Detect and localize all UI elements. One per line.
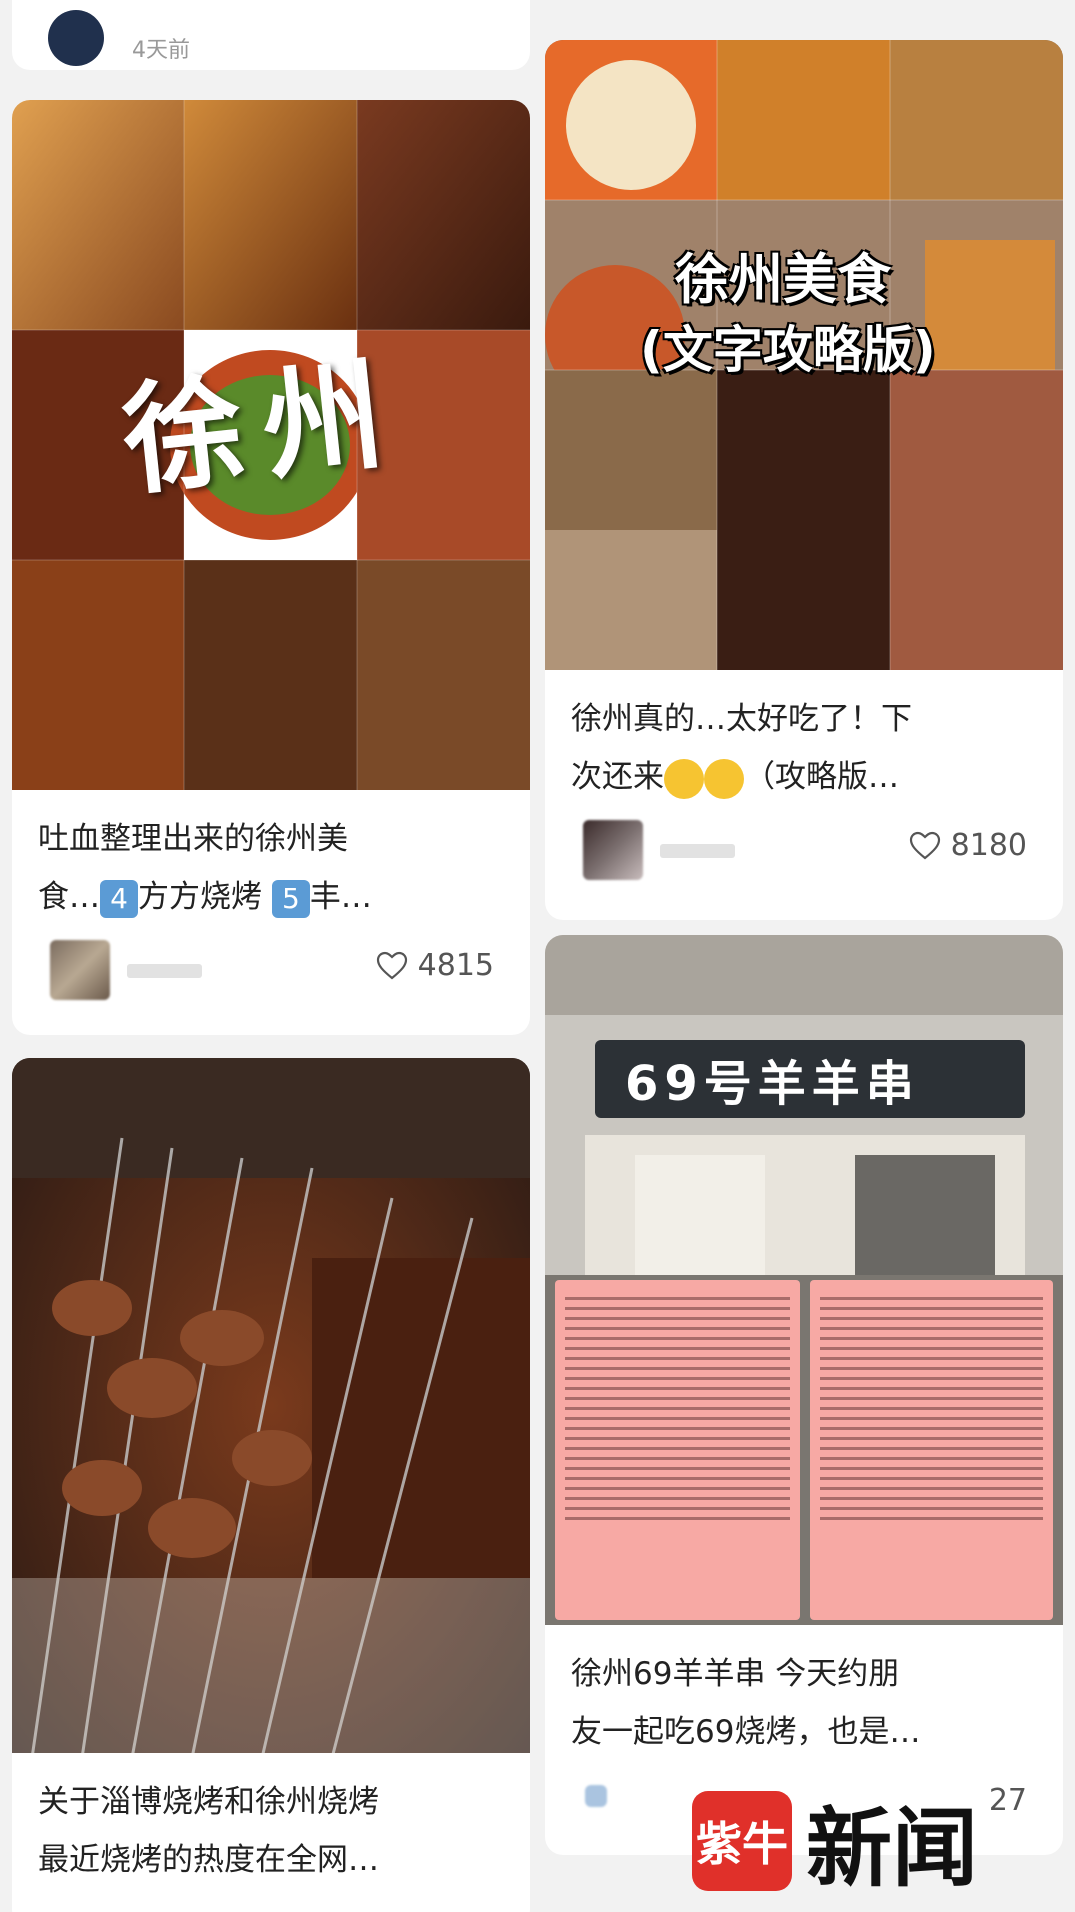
like-count: 8180	[950, 828, 1027, 863]
previous-card-footer[interactable]: 4天前	[12, 0, 530, 70]
post-cover-image[interactable]: 徐州美食 (文字攻略版)	[545, 40, 1063, 670]
crying-emoji-icon	[664, 758, 704, 799]
post-card-lamb69[interactable]: 69号羊羊串 徐州69羊羊串 今天约朋 友一起吃69烧烤，也是… 27	[545, 935, 1063, 1855]
keycap-4-icon: 4	[100, 879, 138, 918]
author-avatar[interactable]	[583, 820, 643, 880]
avatar[interactable]	[48, 10, 104, 66]
post-title[interactable]: 徐州69羊羊串 今天约朋 友一起吃69烧烤，也是…	[545, 1625, 1063, 1761]
like-count: 27	[988, 1783, 1027, 1818]
author-name-blurred[interactable]	[127, 964, 202, 978]
post-title[interactable]: 徐州真的…太好吃了！下 次还来 （攻略版…	[545, 670, 1063, 806]
post-cover-image[interactable]	[12, 1058, 530, 1753]
post-card-xuzhou-food[interactable]: 徐州 吐血整理出来的徐州美 食… 4 方方烧烤 5 丰… 4815	[12, 100, 530, 1035]
post-cover-image[interactable]: 69号羊羊串	[545, 935, 1063, 1625]
cover-overlay-title: 徐州	[116, 342, 410, 513]
post-time: 4天前	[132, 38, 190, 63]
author-name-blurred[interactable]	[660, 844, 735, 858]
like-button[interactable]: 8180	[909, 828, 1027, 863]
like-button[interactable]: 27	[989, 1783, 1027, 1818]
like-button[interactable]: 4815	[376, 948, 494, 983]
heart-icon	[376, 951, 408, 981]
cover-overlay-subtitle: (文字攻略版)	[640, 321, 936, 379]
shop-sign: 69号羊羊串	[595, 1040, 1025, 1118]
cover-overlay-title: 徐州美食	[675, 247, 891, 311]
heart-icon	[909, 831, 941, 861]
menu-card-left	[555, 1280, 800, 1620]
post-cover-image[interactable]: 徐州	[12, 100, 530, 790]
like-count: 4815	[417, 948, 494, 983]
ziniu-logo: 紫牛	[692, 1790, 792, 1891]
watermark-text: 新闻	[806, 1798, 978, 1899]
news-watermark: 紫牛 新闻	[692, 1778, 978, 1903]
author-avatar[interactable]	[50, 940, 110, 1000]
post-card-guide[interactable]: 徐州美食 (文字攻略版) 徐州真的…太好吃了！下 次还来 （攻略版… 8180	[545, 40, 1063, 920]
post-card-skewer[interactable]: 关于淄博烧烤和徐州烧烤 最近烧烤的热度在全网…	[12, 1058, 530, 1912]
crying-emoji-icon	[704, 758, 744, 799]
keycap-5-icon: 5	[271, 879, 310, 918]
post-title[interactable]: 关于淄博烧烤和徐州烧烤 最近烧烤的热度在全网…	[12, 1753, 530, 1889]
menu-card-right	[810, 1280, 1053, 1620]
post-title[interactable]: 吐血整理出来的徐州美 食… 4 方方烧烤 5 丰…	[12, 790, 530, 926]
author-avatar[interactable]	[585, 1785, 607, 1807]
